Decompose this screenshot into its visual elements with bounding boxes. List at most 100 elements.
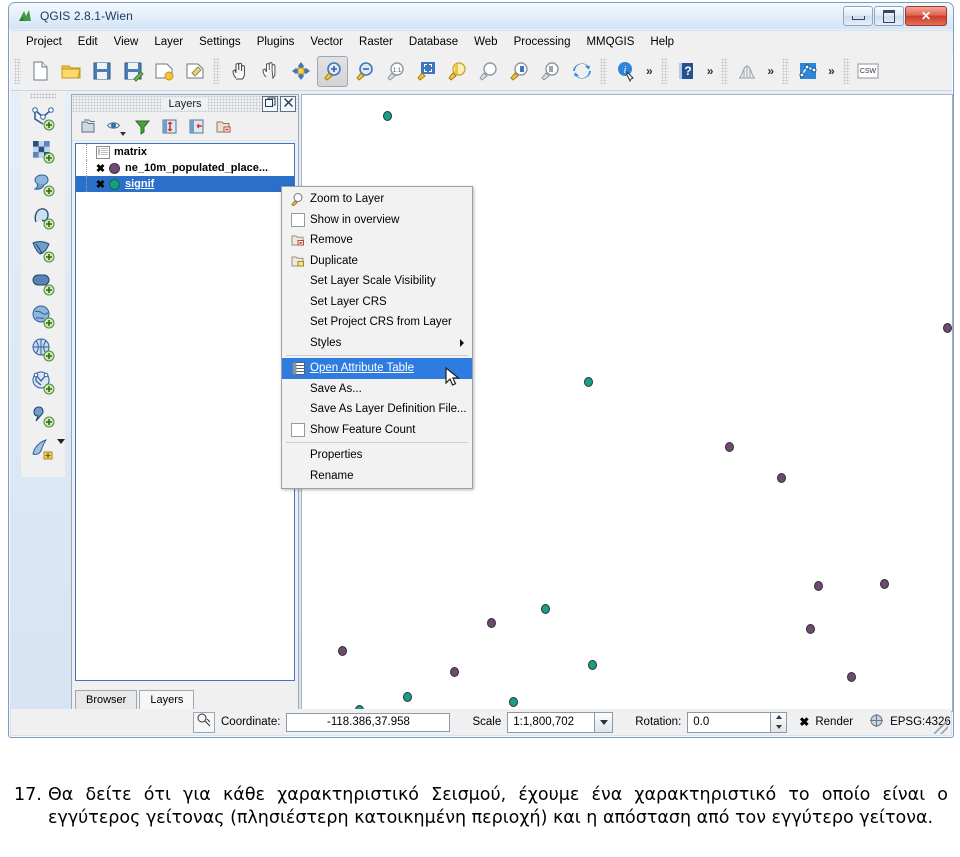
coordinate-capture-icon[interactable] xyxy=(193,711,215,733)
save-project-icon[interactable] xyxy=(87,57,116,86)
zoom-next-icon[interactable] xyxy=(536,57,565,86)
filter-legend-icon[interactable] xyxy=(132,116,152,136)
context-menu-item-open-attribute-table[interactable]: Open Attribute Table xyxy=(282,358,472,379)
touch-zoom-pan-icon[interactable] xyxy=(224,57,253,86)
new-print-composer-icon[interactable] xyxy=(149,57,178,86)
node-tool-icon[interactable] xyxy=(793,57,822,86)
context-menu-item-styles[interactable]: Styles xyxy=(282,333,472,354)
menu-plugins[interactable]: Plugins xyxy=(249,34,303,50)
context-menu-item-save-as[interactable]: Save As... xyxy=(282,379,472,400)
identify-features-icon[interactable]: i xyxy=(611,57,640,86)
remove-layer-icon[interactable] xyxy=(213,116,233,136)
zoom-full-icon[interactable] xyxy=(412,57,441,86)
menu-web[interactable]: Web xyxy=(466,34,505,50)
toolbar-grip[interactable] xyxy=(213,58,220,84)
context-menu-item-show-in-overview[interactable]: Show in overview xyxy=(282,210,472,231)
open-project-icon[interactable] xyxy=(56,57,85,86)
new-project-icon[interactable] xyxy=(25,57,54,86)
add-wms-layer-icon[interactable] xyxy=(26,299,60,332)
menu-layer[interactable]: Layer xyxy=(146,34,191,50)
context-menu-item-zoom-to-layer[interactable]: Zoom to Layer xyxy=(282,189,472,210)
zoom-in-icon[interactable] xyxy=(317,55,348,87)
composer-manager-icon[interactable] xyxy=(180,57,209,86)
tab-browser[interactable]: Browser xyxy=(75,690,138,709)
csw-icon[interactable]: CSW xyxy=(854,57,883,86)
layer-visibility-checkbox[interactable]: ✖ xyxy=(94,162,107,175)
resize-grip[interactable] xyxy=(934,720,948,734)
context-menu-item-save-as-layer-definition-file[interactable]: Save As Layer Definition File... xyxy=(282,399,472,420)
layer-context-menu[interactable]: Zoom to Layer Show in overview Remove Du… xyxy=(281,186,473,489)
add-oracle-layer-icon[interactable] xyxy=(26,266,60,299)
collapse-all-icon[interactable] xyxy=(186,116,206,136)
pan-to-selection-icon[interactable] xyxy=(286,57,315,86)
context-menu-item-properties[interactable]: Properties xyxy=(282,445,472,466)
menu-vector[interactable]: Vector xyxy=(302,34,351,50)
add-mssql-layer-icon[interactable] xyxy=(26,233,60,266)
layer-row-ne-10m-populated-places[interactable]: ✖ ne_10m_populated_place... xyxy=(76,160,294,176)
toolbar-grip[interactable] xyxy=(842,58,850,84)
layers-tree[interactable]: matrix ✖ ne_10m_populated_place... ✖ sig… xyxy=(75,143,295,681)
layer-row-signif[interactable]: ✖ signif xyxy=(76,176,294,192)
chevron-down-icon[interactable] xyxy=(595,711,614,733)
context-menu-item-set-layer-scale-visibility[interactable]: Set Layer Scale Visibility xyxy=(282,271,472,292)
menu-raster[interactable]: Raster xyxy=(351,34,401,50)
context-menu-item-set-layer-crs[interactable]: Set Layer CRS xyxy=(282,292,472,313)
layer-visibility-checkbox[interactable]: ✖ xyxy=(94,178,107,191)
tab-layers[interactable]: Layers xyxy=(139,690,195,709)
menu-settings[interactable]: Settings xyxy=(191,34,249,50)
render-checkbox[interactable]: ✖ xyxy=(799,715,809,729)
zoom-to-selection-icon[interactable] xyxy=(443,57,472,86)
expand-all-icon[interactable] xyxy=(159,116,179,136)
toolbar-grip[interactable] xyxy=(600,58,607,84)
chevron-down-icon[interactable] xyxy=(57,439,65,444)
chevron-down-icon[interactable] xyxy=(120,132,126,136)
add-wfs-layer-icon[interactable] xyxy=(26,365,60,398)
context-menu-item-show-feature-count[interactable]: Show Feature Count xyxy=(282,420,472,441)
add-spatialite-layer-icon[interactable] xyxy=(26,167,60,200)
toolbar-grip[interactable] xyxy=(14,58,21,84)
add-group-icon[interactable] xyxy=(78,116,98,136)
scale-combo-value[interactable]: 1:1,800,702 xyxy=(507,711,596,733)
add-wcs-layer-icon[interactable] xyxy=(26,332,60,365)
toolbar-overflow-button[interactable]: » xyxy=(702,64,719,78)
rotation-stepper[interactable] xyxy=(771,711,788,733)
menu-mmqgis[interactable]: MMQGIS xyxy=(578,34,642,50)
save-project-as-icon[interactable] xyxy=(118,57,147,86)
undock-panel-button[interactable] xyxy=(262,96,278,112)
toolbar-grip[interactable] xyxy=(782,58,790,84)
menu-database[interactable]: Database xyxy=(401,34,466,50)
close-button[interactable]: ✕ xyxy=(905,6,947,26)
context-menu-item-duplicate[interactable]: Duplicate xyxy=(282,251,472,272)
context-menu-item-remove[interactable]: Remove xyxy=(282,230,472,251)
coordinate-input[interactable]: -118.386,37.958 xyxy=(286,712,451,732)
toolbar-overflow-button[interactable]: » xyxy=(762,64,779,78)
add-delimited-text-layer-icon[interactable] xyxy=(26,398,60,431)
zoom-native-icon[interactable]: 1:1 xyxy=(381,57,410,86)
menu-help[interactable]: Help xyxy=(642,34,682,50)
rotation-input[interactable]: 0.0 xyxy=(687,711,772,733)
add-vector-layer-icon[interactable] xyxy=(26,101,60,134)
toolbar-grip[interactable] xyxy=(660,58,668,84)
toolbar-grip[interactable] xyxy=(721,58,729,84)
crs-status-icon[interactable] xyxy=(869,713,884,731)
add-raster-layer-icon[interactable] xyxy=(26,134,60,167)
checkbox-empty-icon[interactable] xyxy=(288,212,308,228)
histogram-icon[interactable] xyxy=(732,57,761,86)
help-contents-icon[interactable]: ? xyxy=(672,57,701,86)
refresh-icon[interactable] xyxy=(567,57,596,86)
menu-processing[interactable]: Processing xyxy=(506,34,579,50)
checkbox-empty-icon[interactable] xyxy=(288,422,308,438)
toolbar-overflow-button[interactable]: » xyxy=(641,64,658,78)
pan-map-icon[interactable] xyxy=(255,57,284,86)
context-menu-item-rename[interactable]: Rename xyxy=(282,466,472,487)
context-menu-item-set-project-crs-from-layer[interactable]: Set Project CRS from Layer xyxy=(282,312,472,333)
layer-row-matrix[interactable]: matrix xyxy=(76,144,294,160)
menu-edit[interactable]: Edit xyxy=(70,34,106,50)
zoom-to-layer-icon[interactable] xyxy=(474,57,503,86)
toolbar-grip[interactable] xyxy=(30,93,56,99)
toolbar-overflow-button[interactable]: » xyxy=(823,64,840,78)
zoom-out-icon[interactable] xyxy=(350,57,379,86)
add-postgis-layer-icon[interactable] xyxy=(26,200,60,233)
minimize-button[interactable] xyxy=(843,6,873,26)
maximize-button[interactable] xyxy=(874,6,904,26)
